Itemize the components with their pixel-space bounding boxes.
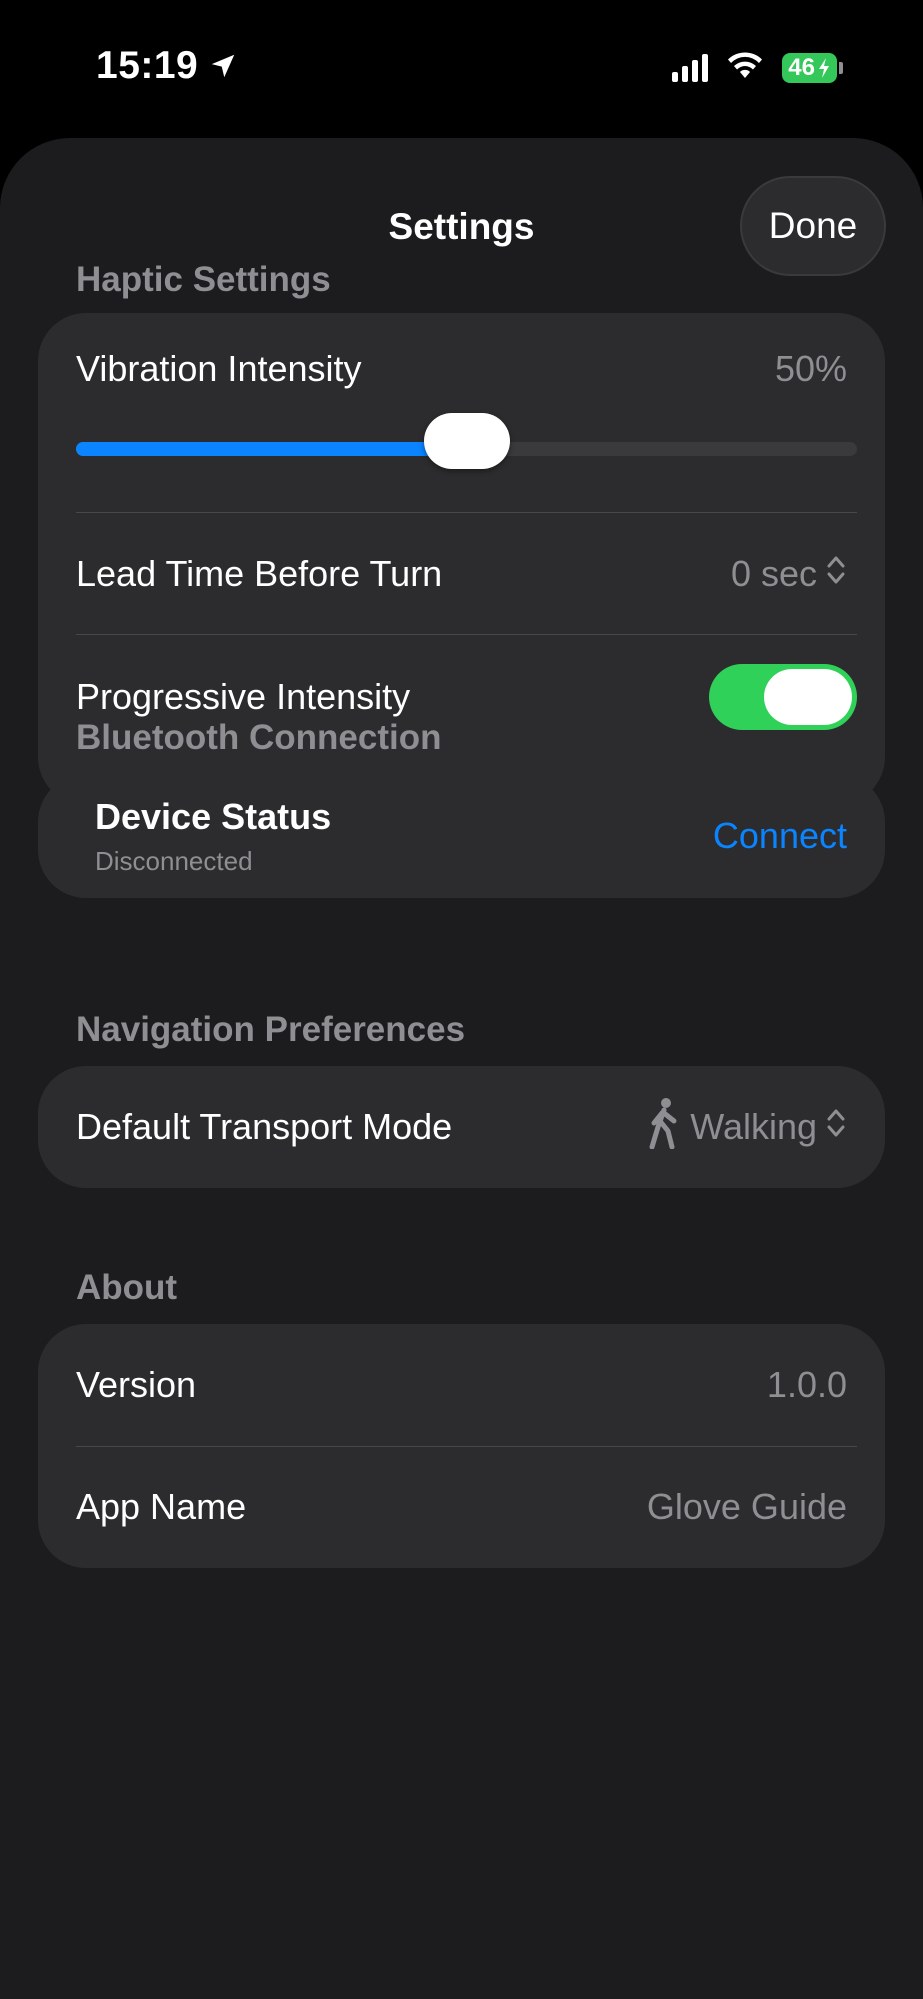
- transport-mode-label: Default Transport Mode: [76, 1106, 453, 1147]
- version-value: 1.0.0: [766, 1364, 847, 1405]
- transport-mode-picker[interactable]: Walking: [648, 1097, 847, 1158]
- app-name-label: App Name: [76, 1486, 247, 1527]
- about-card: Version 1.0.0 App Name Glove Guide: [38, 1324, 885, 1568]
- status-indicators: 46: [672, 50, 843, 85]
- chevron-updown-icon: [825, 553, 847, 596]
- connect-button[interactable]: Connect: [713, 815, 847, 857]
- slider-thumb[interactable]: [423, 413, 510, 469]
- device-status-value: Disconnected: [95, 845, 253, 876]
- status-time-group: 15:19: [96, 44, 238, 88]
- device-status-row: Device Status Disconnected Connect: [95, 774, 847, 898]
- app-name-value: Glove Guide: [646, 1486, 847, 1527]
- app-name-row: App Name Glove Guide: [76, 1446, 847, 1568]
- transport-mode-value: Walking: [690, 1106, 817, 1147]
- device-status-text: Device Status Disconnected: [95, 796, 331, 877]
- battery-charging-icon: 46: [782, 52, 843, 83]
- vibration-intensity-slider[interactable]: [76, 413, 857, 469]
- settings-sheet: Settings Done Haptic Settings Vibration …: [0, 138, 923, 1999]
- vibration-intensity-value: 50%: [774, 348, 847, 389]
- slider-fill: [76, 442, 467, 456]
- version-row: Version 1.0.0: [76, 1324, 847, 1446]
- done-button[interactable]: Done: [740, 176, 886, 276]
- location-arrow-icon: [208, 51, 238, 81]
- section-header-about: About: [76, 1268, 178, 1307]
- section-header-haptic: Haptic Settings: [76, 260, 331, 299]
- lead-time-row[interactable]: Lead Time Before Turn 0 sec: [76, 513, 847, 635]
- lead-time-value: 0 sec: [730, 553, 817, 594]
- progressive-intensity-toggle[interactable]: [709, 664, 857, 730]
- vibration-intensity-row: Vibration Intensity 50%: [76, 337, 847, 401]
- section-header-bluetooth: Bluetooth Connection: [76, 718, 442, 757]
- bluetooth-card: Device Status Disconnected Connect: [38, 774, 885, 898]
- lead-time-picker[interactable]: 0 sec: [731, 553, 847, 596]
- chevron-updown-icon: [825, 1106, 847, 1149]
- transport-mode-row[interactable]: Default Transport Mode Walking: [76, 1066, 847, 1188]
- battery-level: 46: [788, 53, 815, 81]
- section-header-navigation: Navigation Preferences: [76, 1010, 466, 1049]
- cellular-signal-icon: [672, 53, 709, 82]
- navigation-card: Default Transport Mode Walking: [38, 1066, 885, 1188]
- status-bar: 15:19 46: [0, 0, 923, 140]
- toggle-knob: [764, 669, 852, 725]
- lead-time-label: Lead Time Before Turn: [76, 553, 443, 594]
- progressive-intensity-label: Progressive Intensity: [76, 676, 411, 717]
- wifi-icon: [726, 50, 764, 85]
- version-label: Version: [76, 1364, 197, 1405]
- status-time: 15:19: [96, 44, 199, 87]
- vibration-intensity-label: Vibration Intensity: [76, 348, 362, 389]
- device-status-title: Device Status: [95, 795, 332, 837]
- walking-person-icon: [648, 1097, 682, 1158]
